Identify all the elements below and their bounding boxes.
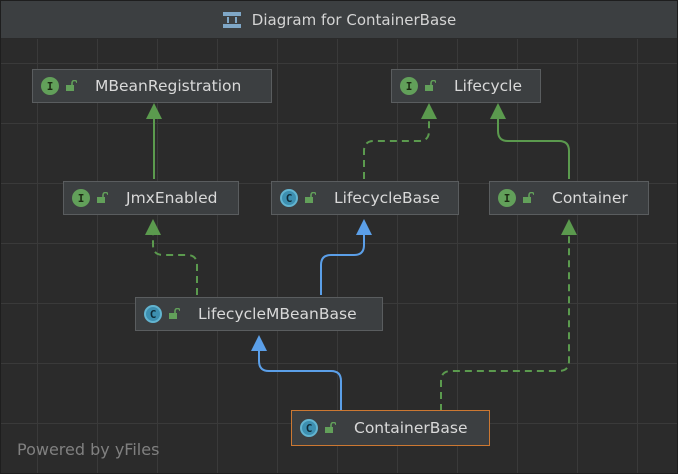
node-container[interactable]: I Container (489, 181, 649, 215)
node-containerbase[interactable]: C ContainerBase (291, 410, 490, 446)
node-lifecyclembeanbase[interactable]: C LifecycleMBeanBase (135, 297, 383, 331)
node-label: JmxEnabled (126, 189, 218, 207)
interface-icon: I (400, 77, 418, 95)
diagram-window: Diagram for ContainerBase I MBeanRegistr… (0, 0, 678, 474)
node-lifecyclebase[interactable]: C LifecycleBase (271, 181, 459, 215)
edge-lmbb-to-jmx (152, 233, 198, 295)
node-label: Container (552, 189, 628, 207)
class-icon: C (144, 305, 162, 323)
node-label: LifecycleBase (334, 189, 440, 207)
diagram-canvas[interactable]: I MBeanRegistration I Lifecycle I JmxEna… (1, 39, 677, 473)
unlock-icon (66, 80, 77, 91)
unlock-icon (425, 80, 436, 91)
node-label: LifecycleMBeanBase (198, 305, 357, 323)
node-lifecycle[interactable]: I Lifecycle (391, 69, 541, 103)
edge-lmbb-to-lifecyclebase (320, 233, 365, 295)
unlock-icon (325, 422, 336, 433)
arrow-containerbase-to-container (561, 219, 577, 235)
window-title: Diagram for ContainerBase (251, 10, 457, 29)
powered-by-text: Powered by yFiles (17, 440, 160, 459)
class-icon: C (280, 189, 298, 207)
arrow-container-to-lifecycle (490, 103, 506, 119)
edge-containerbase-to-lmbb (258, 349, 342, 411)
node-jmxenabled[interactable]: I JmxEnabled (63, 181, 239, 215)
unlock-icon (523, 192, 534, 203)
arrow-lifecyclebase-to-lifecycle (421, 103, 437, 119)
diagram-icon (222, 11, 242, 29)
arrow-jmx-to-mbean (146, 103, 162, 119)
edge-lifecyclebase-to-lifecycle (363, 117, 430, 179)
unlock-icon (169, 308, 180, 319)
arrow-containerbase-to-lmbb (251, 335, 267, 351)
node-label: MBeanRegistration (95, 77, 242, 95)
edges-layer (145, 103, 577, 411)
edge-container-to-lifecycle (497, 117, 570, 179)
title-bar: Diagram for ContainerBase (1, 1, 677, 39)
unlock-icon (97, 192, 108, 203)
unlock-icon (305, 192, 316, 203)
class-icon: C (300, 419, 318, 437)
interface-icon: I (498, 189, 516, 207)
arrow-lmbb-to-jmx (145, 219, 161, 235)
edge-containerbase-to-container (440, 233, 570, 411)
interface-icon: I (72, 189, 90, 207)
node-label: ContainerBase (354, 419, 468, 437)
node-mbeanregistration[interactable]: I MBeanRegistration (32, 69, 272, 103)
node-label: Lifecycle (454, 77, 522, 95)
interface-icon: I (41, 77, 59, 95)
arrow-lmbb-to-lifecyclebase (356, 219, 372, 235)
